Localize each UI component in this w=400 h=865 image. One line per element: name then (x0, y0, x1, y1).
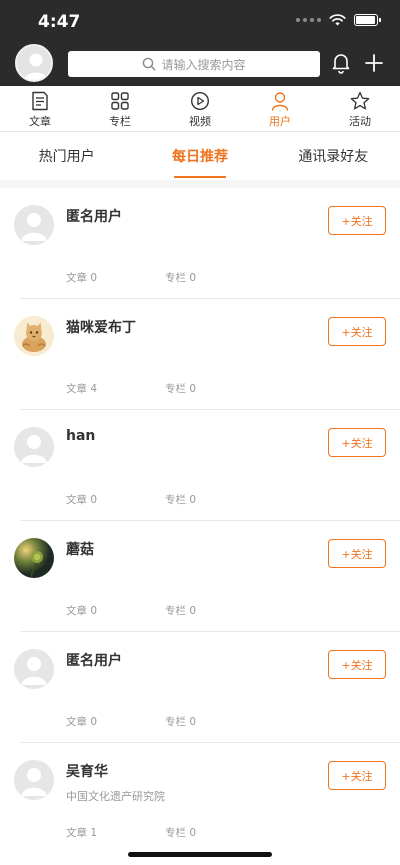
tab-label: 活动 (349, 115, 371, 128)
tab-articles[interactable]: 文章 (0, 86, 80, 131)
user-subtabs: 热门用户 每日推荐 通讯录好友 (0, 132, 400, 180)
article-count: 文章 0 (66, 494, 98, 506)
column-count: 专栏 0 (165, 827, 197, 839)
user-row[interactable]: 猫咪爱布丁 文章 4 专栏 0 +关注 (0, 299, 400, 410)
top-header: 4:47 请输入搜索内容 (0, 0, 400, 86)
user-avatar[interactable] (14, 427, 54, 467)
column-count: 专栏 0 (165, 383, 197, 395)
tab-users[interactable]: 用户 (240, 86, 320, 131)
signal-icon (296, 18, 321, 22)
article-icon (32, 91, 48, 111)
my-avatar[interactable] (15, 44, 53, 82)
user-row[interactable]: 吴育华 中国文化遗产研究院 文章 1 专栏 0 +关注 (0, 743, 400, 863)
search-icon (143, 57, 156, 71)
status-time: 4:47 (38, 12, 81, 32)
user-avatar[interactable] (14, 760, 54, 800)
play-icon (190, 91, 210, 111)
tab-label: 专栏 (109, 115, 131, 128)
user-row[interactable]: 匿名用户 文章 0 专栏 0 +关注 (0, 632, 400, 743)
battery-icon (354, 14, 381, 26)
follow-button[interactable]: +关注 (328, 206, 386, 235)
user-name[interactable]: 匿名用户 (66, 206, 122, 226)
mushroom-photo-avatar (14, 538, 54, 578)
article-count: 文章 0 (66, 272, 98, 284)
cat-avatar-icon (14, 316, 54, 356)
user-icon (271, 92, 289, 111)
subtab-hot-users[interactable]: 热门用户 (0, 132, 133, 180)
add-icon[interactable] (364, 52, 384, 74)
user-avatar[interactable] (14, 316, 54, 356)
default-avatar-icon (14, 427, 54, 467)
article-count: 文章 4 (66, 383, 98, 395)
column-count: 专栏 0 (165, 716, 197, 728)
subtab-contacts[interactable]: 通讯录好友 (267, 132, 400, 180)
column-count: 专栏 0 (165, 605, 197, 617)
column-count: 专栏 0 (165, 494, 197, 506)
user-name[interactable]: 猫咪爱布丁 (66, 317, 136, 337)
wifi-icon (329, 14, 346, 26)
follow-button[interactable]: +关注 (328, 428, 386, 457)
follow-button[interactable]: +关注 (328, 650, 386, 679)
section-gap (0, 180, 400, 188)
bell-icon[interactable] (331, 52, 351, 74)
search-bar[interactable]: 请输入搜索内容 (68, 51, 320, 77)
default-avatar-icon (14, 760, 54, 800)
status-indicators (296, 14, 381, 26)
tab-activities[interactable]: 活动 (320, 86, 400, 131)
article-count: 文章 0 (66, 716, 98, 728)
user-avatar[interactable] (14, 649, 54, 689)
default-avatar-icon (14, 649, 54, 689)
follow-button[interactable]: +关注 (328, 761, 386, 790)
tab-label: 视频 (189, 115, 211, 128)
column-count: 专栏 0 (165, 272, 197, 284)
tab-label: 文章 (29, 115, 51, 128)
follow-button[interactable]: +关注 (328, 539, 386, 568)
article-count: 文章 0 (66, 605, 98, 617)
search-placeholder: 请输入搜索内容 (161, 57, 246, 72)
user-row[interactable]: han 文章 0 专栏 0 +关注 (0, 410, 400, 521)
default-avatar-icon (17, 46, 51, 80)
home-indicator[interactable] (128, 852, 272, 857)
user-row[interactable]: 匿名用户 文章 0 专栏 0 +关注 (0, 188, 400, 299)
star-icon (350, 91, 370, 110)
user-name[interactable]: han (66, 428, 95, 444)
subtab-daily-recommend[interactable]: 每日推荐 (133, 132, 266, 180)
user-description: 中国文化遗产研究院 (66, 790, 165, 803)
category-tabbar: 文章 专栏 视频 用户 活动 (0, 86, 400, 132)
tab-label: 用户 (269, 115, 291, 128)
user-row[interactable]: 蘑菇 文章 0 专栏 0 +关注 (0, 521, 400, 632)
tab-videos[interactable]: 视频 (160, 86, 240, 131)
user-list: 匿名用户 文章 0 专栏 0 +关注 猫咪爱布丁 文章 4 专栏 0 +关注 h… (0, 188, 400, 863)
article-count: 文章 1 (66, 827, 98, 839)
user-name[interactable]: 蘑菇 (66, 539, 94, 559)
follow-button[interactable]: +关注 (328, 317, 386, 346)
user-name[interactable]: 吴育华 (66, 761, 108, 781)
default-avatar-icon (14, 205, 54, 245)
user-avatar[interactable] (14, 205, 54, 245)
user-name[interactable]: 匿名用户 (66, 650, 122, 670)
user-avatar[interactable] (14, 538, 54, 578)
tab-columns[interactable]: 专栏 (80, 86, 160, 131)
grid-icon (111, 92, 129, 110)
